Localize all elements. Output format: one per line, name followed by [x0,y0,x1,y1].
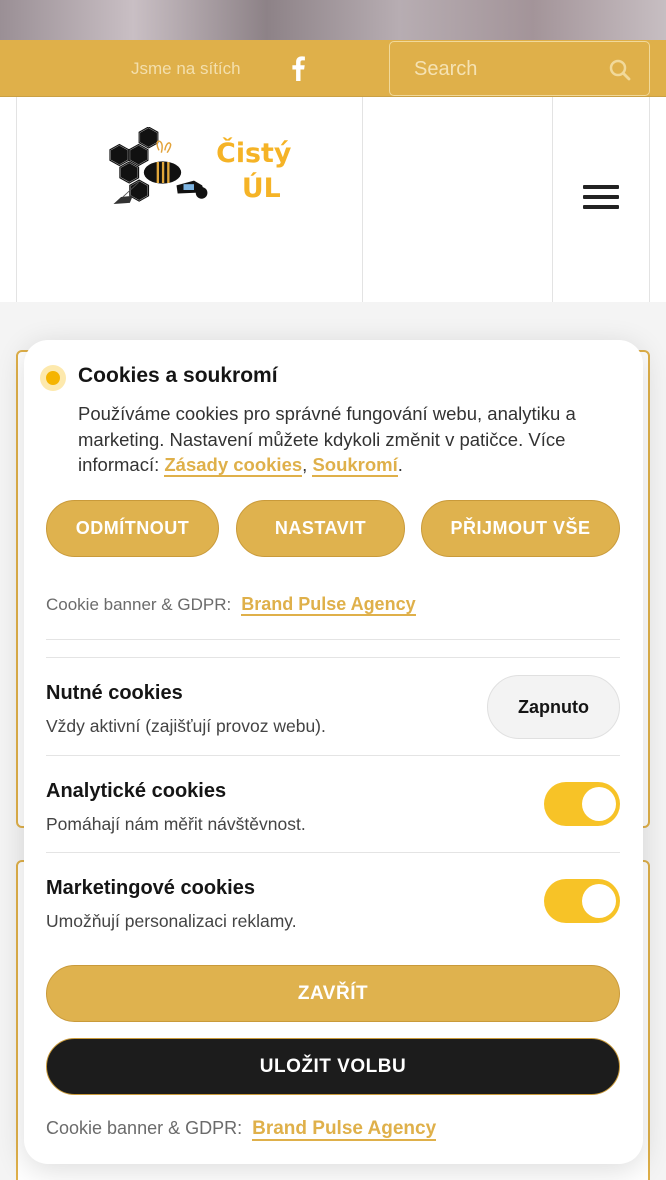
status-dot-icon [40,365,66,391]
settings-button[interactable]: NASTAVIT [236,500,405,557]
cookies-policy-link[interactable]: Zásady cookies [164,454,303,477]
cookie-consent-modal: Cookies a soukromí Používáme cookies pro… [24,340,643,1164]
search-icon[interactable] [608,58,632,82]
marketing-cookies-toggle[interactable] [544,879,620,923]
reject-button[interactable]: ODMÍTNOUT [46,500,219,557]
save-choice-button[interactable]: ULOŽIT VOLBU [46,1038,620,1095]
hero-image-strip [0,0,666,40]
menu-icon[interactable] [583,185,619,213]
necessary-cookies-status: Zapnuto [487,675,620,739]
credit-line: Cookie banner & GDPR: Brand Pulse Agency [46,594,416,616]
accept-all-button[interactable]: PŘIJMOUT VŠE [421,500,620,557]
analytics-cookies-title: Analytické cookies [46,780,227,802]
site-logo[interactable]: Čistý ÚL [44,127,344,267]
footer-agency-link[interactable]: Brand Pulse Agency [252,1118,437,1141]
necessary-cookies-title: Nutné cookies [46,682,183,704]
top-bar: Jsme na sítích [0,40,666,97]
modal-title: Cookies a soukromí [78,364,278,387]
svg-text:Čistý: Čistý [216,137,291,169]
agency-link[interactable]: Brand Pulse Agency [241,594,416,616]
svg-text:ÚL: ÚL [242,172,281,204]
necessary-cookies-description: Vždy aktivní (zajišťují provoz webu). [46,716,326,736]
modal-description: Používáme cookies pro správné fungování … [78,403,576,477]
facebook-icon[interactable] [289,55,307,81]
search-input[interactable] [414,56,604,82]
social-label: Jsme na sítích [131,59,241,78]
site-header: Čistý ÚL [0,97,666,302]
marketing-cookies-description: Umožňují personalizaci reklamy. [46,911,297,931]
analytics-cookies-toggle[interactable] [544,782,620,826]
footer-credit-line: Cookie banner & GDPR: Brand Pulse Agency [46,1118,437,1141]
analytics-cookies-description: Pomáhají nám měřit návštěvnost. [46,814,306,834]
search-box [389,41,650,96]
marketing-cookies-title: Marketingové cookies [46,877,255,899]
privacy-link[interactable]: Soukromí [312,454,398,477]
close-button[interactable]: ZAVŘÍT [46,965,620,1022]
